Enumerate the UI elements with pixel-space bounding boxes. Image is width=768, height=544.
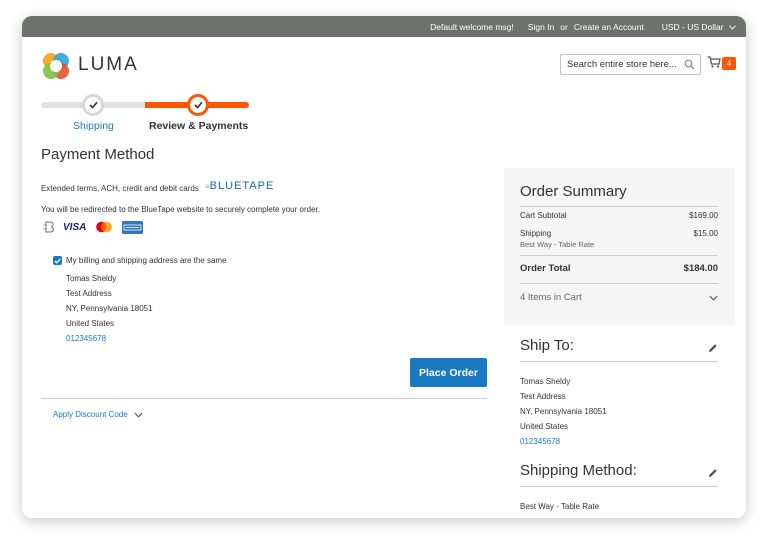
ship-to-country: United States <box>520 422 569 431</box>
edit-pencil-icon[interactable] <box>708 343 718 353</box>
order-summary-title: Order Summary <box>520 183 627 200</box>
chevron-down-icon <box>709 295 718 301</box>
ship-to-phone-link[interactable]: 012345678 <box>520 437 560 446</box>
shipping-method-note: Best Way - Table Rate <box>520 240 595 249</box>
divider <box>520 283 718 284</box>
ship-to-name: Tomas Sheldy <box>520 377 571 386</box>
billing-country: United States <box>66 319 115 328</box>
divider <box>520 486 718 487</box>
divider <box>520 206 718 207</box>
payment-redirect-text: You will be redirected to the BlueTape w… <box>41 205 320 214</box>
same-address-label[interactable]: My billing and shipping address are the … <box>66 256 227 265</box>
cart-subtotal-label: Cart Subtotal <box>520 211 567 220</box>
browser-frame: Default welcome msg! Sign In or Create a… <box>22 16 746 518</box>
cart-icon[interactable] <box>707 56 721 68</box>
items-in-cart-label: 4 Items in Cart <box>520 292 582 303</box>
checkbox-check-icon <box>54 258 61 264</box>
checkmark-icon <box>88 101 98 109</box>
currency-label: USD - US Dollar <box>661 21 724 32</box>
cart-subtotal-row: Cart Subtotal $169.00 <box>520 211 718 220</box>
place-order-button[interactable]: Place Order <box>410 358 487 387</box>
chevron-down-icon <box>729 24 736 30</box>
search-placeholder: Search entire store here... <box>567 59 677 70</box>
mastercard-icon <box>96 221 113 233</box>
billing-city: NY, Pennsylvania 18051 <box>66 304 153 313</box>
shipping-method-title: Shipping Method: <box>520 462 637 479</box>
sign-in-link[interactable]: Sign In <box>528 22 554 32</box>
card-icons: VISA <box>43 220 152 234</box>
apply-discount-label: Apply Discount Code <box>53 410 128 419</box>
shipping-value: $15.00 <box>693 229 718 238</box>
luma-logo-icon[interactable] <box>41 51 71 81</box>
bluetape-logo-text: BLUETAPE <box>209 180 275 192</box>
ship-to-city: NY, Pennsylvania 18051 <box>520 407 607 416</box>
billing-name: Tomas Sheldy <box>66 274 117 283</box>
payment-terms-text: Extended terms, ACH, credit and debit ca… <box>41 184 199 193</box>
shipping-step-circle[interactable] <box>82 94 104 116</box>
order-total-label: Order Total <box>520 263 571 274</box>
apply-discount-toggle[interactable]: Apply Discount Code <box>53 410 143 419</box>
currency-switcher[interactable]: USD - US Dollar <box>653 22 736 32</box>
payment-step-circle <box>187 94 209 116</box>
chevron-down-icon <box>134 412 143 418</box>
shipping-label: Shipping <box>520 229 552 238</box>
same-address-checkbox[interactable] <box>53 256 62 265</box>
logo-text[interactable]: LUMA <box>78 54 139 76</box>
divider <box>520 361 718 362</box>
step-shipping-link[interactable]: Shipping <box>73 120 114 132</box>
shipping-method-value: Best Way - Table Rate <box>520 502 600 511</box>
or-text: or <box>560 21 568 32</box>
step-review-payments: Review & Payments <box>149 120 249 132</box>
create-account-link[interactable]: Create an Account <box>574 22 644 32</box>
items-in-cart-toggle[interactable]: 4 Items in Cart <box>520 292 718 303</box>
cart-count-badge[interactable]: 4 <box>722 57 736 70</box>
welcome-message: Default welcome msg! <box>430 21 514 32</box>
ship-to-title: Ship To: <box>520 337 574 354</box>
checkmark-icon <box>193 101 203 109</box>
visa-icon: VISA <box>63 221 87 233</box>
order-summary: Order Summary Cart Subtotal $169.00 Ship… <box>504 168 735 325</box>
divider <box>41 398 487 399</box>
search-icon[interactable] <box>684 59 695 70</box>
cart-subtotal-value: $169.00 <box>689 211 718 220</box>
billing-phone-link[interactable]: 012345678 <box>66 334 106 343</box>
ship-to-street: Test Address <box>520 392 566 401</box>
search-input[interactable]: Search entire store here... <box>560 54 701 75</box>
divider <box>520 255 718 256</box>
payment-method-title: Payment Method <box>41 146 155 163</box>
edit-pencil-icon[interactable] <box>708 468 718 478</box>
bluetape-b-icon <box>43 221 54 233</box>
bluetape-logo: ≡BLUETAPE <box>205 180 275 192</box>
order-total-value: $184.00 <box>683 263 718 274</box>
billing-street: Test Address <box>66 289 112 298</box>
top-bar: Default welcome msg! Sign In or Create a… <box>22 16 746 37</box>
order-total-row: Order Total $184.00 <box>520 263 718 274</box>
shipping-row: Shipping $15.00 <box>520 229 718 238</box>
amex-icon <box>122 220 144 234</box>
